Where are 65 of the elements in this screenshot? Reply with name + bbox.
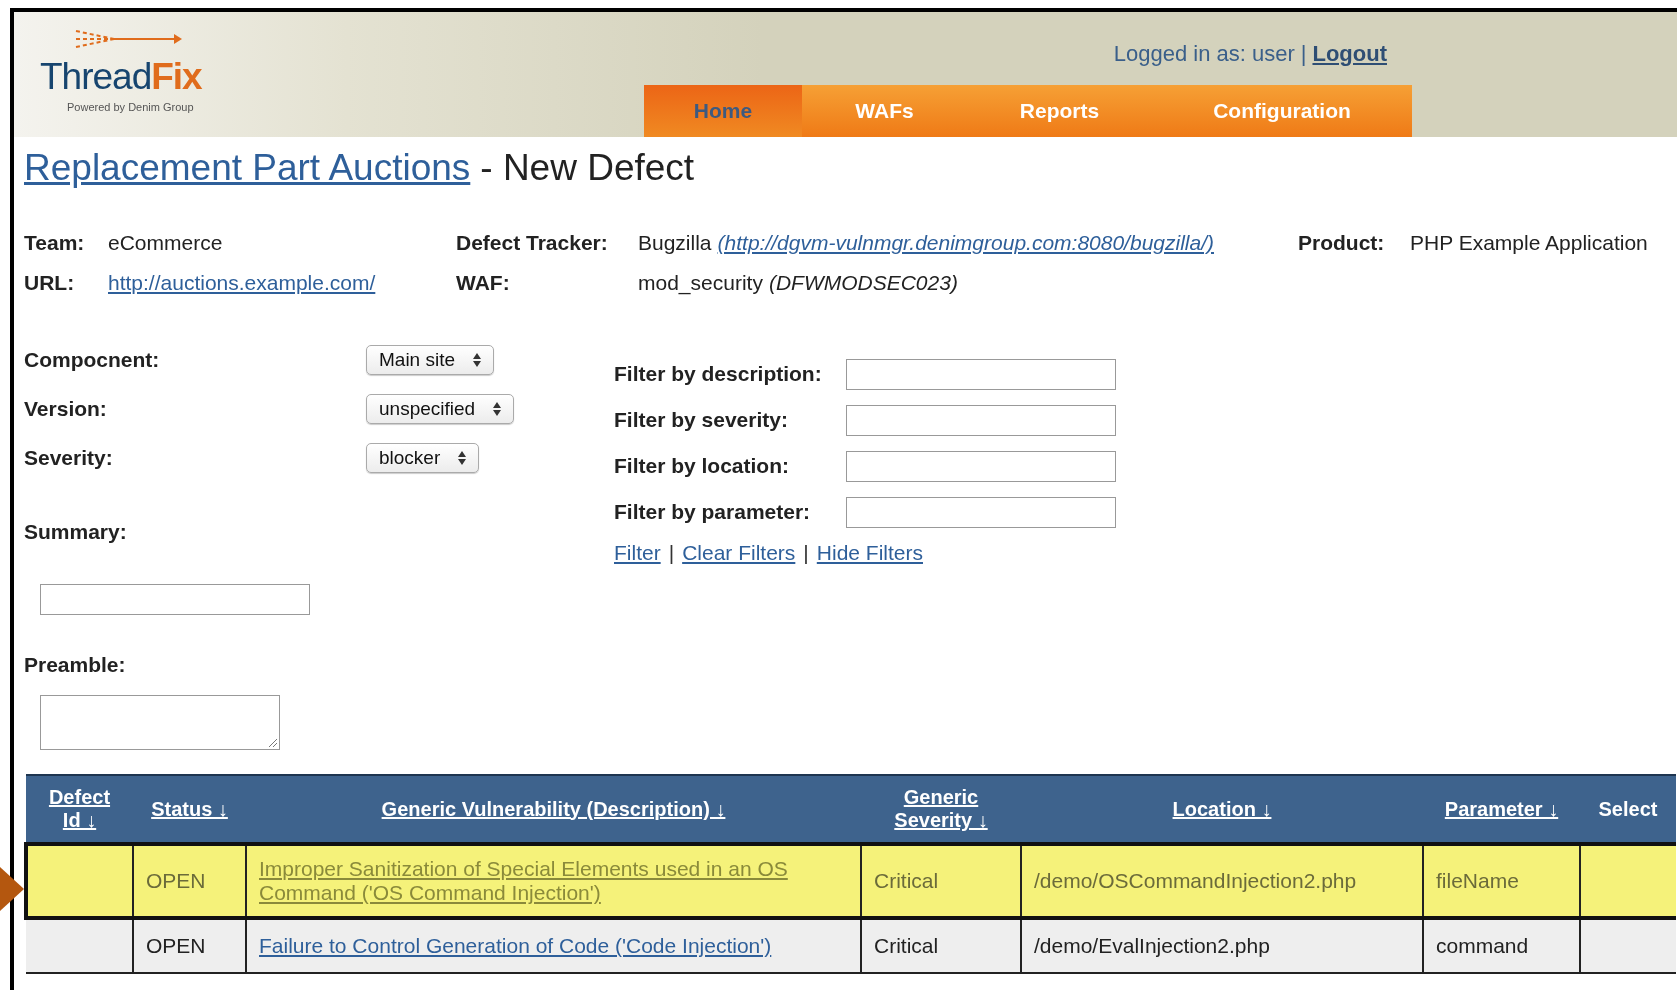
- login-status: Logged in as: user: [1113, 41, 1295, 67]
- separator: |: [668, 541, 675, 565]
- field-value: PHP Example Application: [1410, 231, 1648, 255]
- filter-label: Filter by parameter:: [614, 500, 812, 524]
- column-sort-link[interactable]: Defect Id ↓: [26, 775, 133, 844]
- filter-link[interactable]: Clear Filters: [682, 541, 796, 565]
- filter-label: Filter by description:: [614, 362, 823, 386]
- field-label: WAF:: [456, 271, 511, 295]
- field-label: Defect Tracker:: [456, 231, 609, 255]
- filter-link[interactable]: Filter: [614, 541, 661, 565]
- field-value: eCommerce: [108, 231, 223, 255]
- logo-wordmark: ThreadFix: [40, 56, 202, 98]
- table-cell: Critical: [861, 844, 1021, 918]
- field-label: Preamble:: [24, 653, 127, 677]
- filter-input-field[interactable]: [846, 450, 1116, 482]
- pointer-triangle-icon: [0, 867, 24, 911]
- table-cell: command: [1423, 918, 1580, 973]
- separator: |: [1300, 41, 1307, 67]
- url-link[interactable]: http://auctions.example.com/: [108, 271, 376, 295]
- field-label: URL:: [24, 271, 76, 295]
- column-sort-link[interactable]: Generic Severity ↓: [861, 775, 1021, 844]
- field-label: Compocnent:: [24, 347, 161, 372]
- column-sort-link[interactable]: Location ↓: [1021, 775, 1423, 844]
- dropdown[interactable]: Main site: [366, 344, 495, 375]
- filter-label: Filter by severity:: [614, 408, 789, 432]
- field-label: Summary:: [24, 520, 128, 544]
- url-link[interactable]: (http://dgvm-vulnmgr.denimgroup.com:8080/bugzilla/): [717, 231, 1214, 255]
- table-cell: /demo/OSCommandInjection2.php: [1021, 844, 1423, 918]
- text-input-field[interactable]: [40, 584, 310, 615]
- filter-link[interactable]: Hide Filters: [816, 541, 923, 565]
- filter-label: Filter by location:: [614, 454, 790, 478]
- updown-caret-icon: [493, 401, 502, 416]
- resize-grip-icon[interactable]: [267, 737, 277, 747]
- column-header: Select: [1580, 775, 1676, 844]
- application-link[interactable]: Replacement Part Auctions: [24, 147, 471, 189]
- filter-input-field[interactable]: [846, 358, 1116, 390]
- table-cell: OPEN: [133, 918, 246, 973]
- field-note: (DFWMODSEC023): [768, 271, 958, 295]
- table-row[interactable]: OPEN Failure to Control Generation of Code ('Code Injection') Critical /demo/EvalInjection2.php command: [26, 918, 1676, 973]
- dropdown[interactable]: blocker: [366, 442, 480, 473]
- field-label: Version:: [24, 396, 108, 421]
- table-cell: Critical: [861, 918, 1021, 973]
- updown-caret-icon: [473, 352, 482, 367]
- text-area-field[interactable]: [40, 695, 280, 750]
- column-sort-link[interactable]: Status ↓: [133, 775, 246, 844]
- arrow-logo-icon: [74, 28, 184, 50]
- table-row[interactable]: OPEN Improper Sanitization of Special Elements used in an OS Command ('OS Command Injection') Critical /demo/OSCommandInjection2.php fileName: [26, 844, 1676, 918]
- page-title: - New Defect: [480, 147, 695, 189]
- table-cell: fileName: [1423, 844, 1580, 918]
- column-sort-link[interactable]: Generic Vulnerability (Description) ↓: [246, 775, 861, 844]
- logout-link[interactable]: Logout: [1312, 41, 1387, 67]
- field-value: mod_security: [638, 271, 763, 295]
- filter-input-field[interactable]: [846, 404, 1116, 436]
- field-label: Team:: [24, 231, 86, 255]
- field-value: Bugzilla: [638, 231, 712, 255]
- separator: |: [803, 541, 809, 565]
- field-label: Product:: [1298, 231, 1386, 255]
- filter-input-field[interactable]: [846, 496, 1116, 528]
- dropdown[interactable]: unspecified: [366, 393, 515, 424]
- table-cell: OPEN: [133, 844, 246, 918]
- field-label: Severity:: [24, 445, 114, 470]
- updown-caret-icon: [458, 450, 467, 465]
- logo-tagline: Powered by Denim Group: [67, 101, 194, 113]
- table-cell: /demo/EvalInjection2.php: [1021, 918, 1423, 973]
- column-sort-link[interactable]: Parameter ↓: [1423, 775, 1580, 844]
